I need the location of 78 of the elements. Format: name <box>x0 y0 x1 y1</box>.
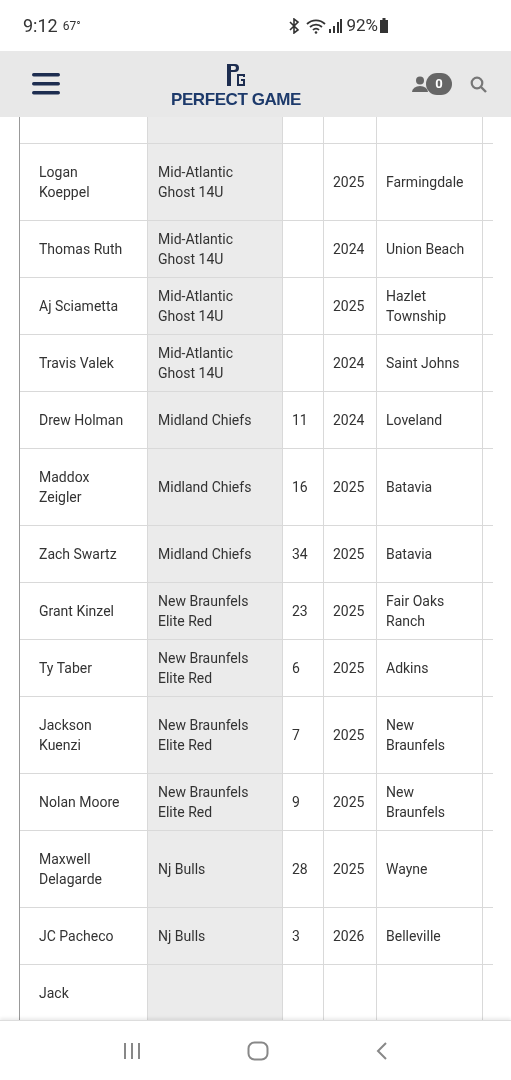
search-icon[interactable] <box>470 75 487 93</box>
hometown: New Braunfels <box>386 783 446 822</box>
player-name: Nolan Moore <box>39 793 120 812</box>
player-name: Aj Sciametta <box>39 297 119 316</box>
grad-year: 2024 <box>333 354 365 373</box>
hometown: Loveland <box>386 411 443 430</box>
team-cell: Mid-Atlantic Ghost 14U <box>148 278 283 334</box>
team-cell: New Braunfels Elite Red <box>148 583 283 639</box>
hometown: Batavia <box>386 478 433 497</box>
jersey-number: 16 <box>292 478 308 497</box>
count-badge: 0 <box>426 73 452 95</box>
team-cell: Nj Bulls <box>148 908 283 964</box>
player-name: JC Pacheco <box>39 927 114 946</box>
hometown: Fair Oaks Ranch <box>386 592 446 631</box>
jersey-number: 11 <box>292 411 308 430</box>
jersey-number: 34 <box>292 545 308 564</box>
bluetooth-icon <box>288 17 301 34</box>
grad-year: 2025 <box>333 860 365 879</box>
grad-year: 2025 <box>333 545 365 564</box>
hometown: New Braunfels <box>386 716 446 755</box>
grad-year: 2025 <box>333 602 365 621</box>
battery-icon <box>380 18 388 33</box>
grad-year: 2026 <box>333 927 365 946</box>
grad-year: 2025 <box>333 726 365 745</box>
player-name: Travis Valek <box>39 354 114 373</box>
player-name: Grant Kinzel <box>39 602 114 621</box>
wifi-icon <box>306 17 327 34</box>
player-name: Maxwell Delagarde <box>39 850 104 889</box>
player-name: Jackson Kuenzi <box>39 716 93 755</box>
player-name: Ty Taber <box>39 659 92 678</box>
team-cell: Mid-Atlantic Ghost 14U <box>148 335 283 391</box>
grad-year: 2024 <box>333 411 365 430</box>
menu-icon[interactable] <box>32 72 60 96</box>
grad-year: 2025 <box>333 478 365 497</box>
grad-year: 2025 <box>333 793 365 812</box>
hometown: Belleville <box>386 927 441 946</box>
hometown: Batavia <box>386 545 433 564</box>
grad-year: 2025 <box>333 297 365 316</box>
team-cell: New Braunfels Elite Red <box>148 774 283 830</box>
team-cell: Mid-Atlantic Ghost 14U <box>148 221 283 277</box>
jersey-number: 7 <box>292 726 300 745</box>
hometown: Saint Johns <box>386 354 460 373</box>
brand-name[interactable]: PERFECT GAME <box>171 90 301 110</box>
team-cell: Mid-Atlantic Ghost 14U <box>148 144 283 220</box>
back-icon[interactable] <box>375 1040 388 1061</box>
logo-icon[interactable] <box>225 62 247 88</box>
hometown: Wayne <box>386 860 428 879</box>
jersey-number: 23 <box>292 602 308 621</box>
home-icon[interactable] <box>247 1040 270 1061</box>
player-name: Maddox Zeigler <box>39 468 91 507</box>
signal-icon <box>328 18 343 33</box>
jersey-number: 3 <box>292 927 300 946</box>
jersey-number: 9 <box>292 793 300 812</box>
grad-year: 2025 <box>333 659 365 678</box>
grad-year: 2025 <box>333 173 365 192</box>
jersey-number: 6 <box>292 659 300 678</box>
person-icon[interactable] <box>412 76 428 92</box>
hometown: Hazlet Township <box>386 287 448 326</box>
hometown: Adkins <box>386 659 429 678</box>
clock: 9:12 <box>23 14 58 38</box>
team-cell: Midland Chiefs <box>148 449 283 525</box>
team-cell: Midland Chiefs <box>148 392 283 448</box>
team-cell: Nj Bulls <box>148 831 283 907</box>
grad-year: 2024 <box>333 240 365 259</box>
player-name: Zach Swartz <box>39 545 117 564</box>
team-cell: Midland Chiefs <box>148 526 283 582</box>
jersey-number: 28 <box>292 860 308 879</box>
battery-percent: 92% <box>346 13 378 37</box>
recent-apps-icon[interactable] <box>123 1042 142 1059</box>
player-name: Thomas Ruth <box>39 240 123 259</box>
hometown: Union Beach <box>386 240 465 259</box>
team-cell: New Braunfels Elite Red <box>148 640 283 696</box>
player-name: Logan Koeppel <box>39 163 91 202</box>
temperature: 67° <box>62 17 81 35</box>
team-cell: New Braunfels Elite Red <box>148 697 283 773</box>
hometown: Farmingdale <box>386 173 464 192</box>
player-name: Drew Holman <box>39 411 124 430</box>
player-name: Jack <box>39 984 69 1003</box>
